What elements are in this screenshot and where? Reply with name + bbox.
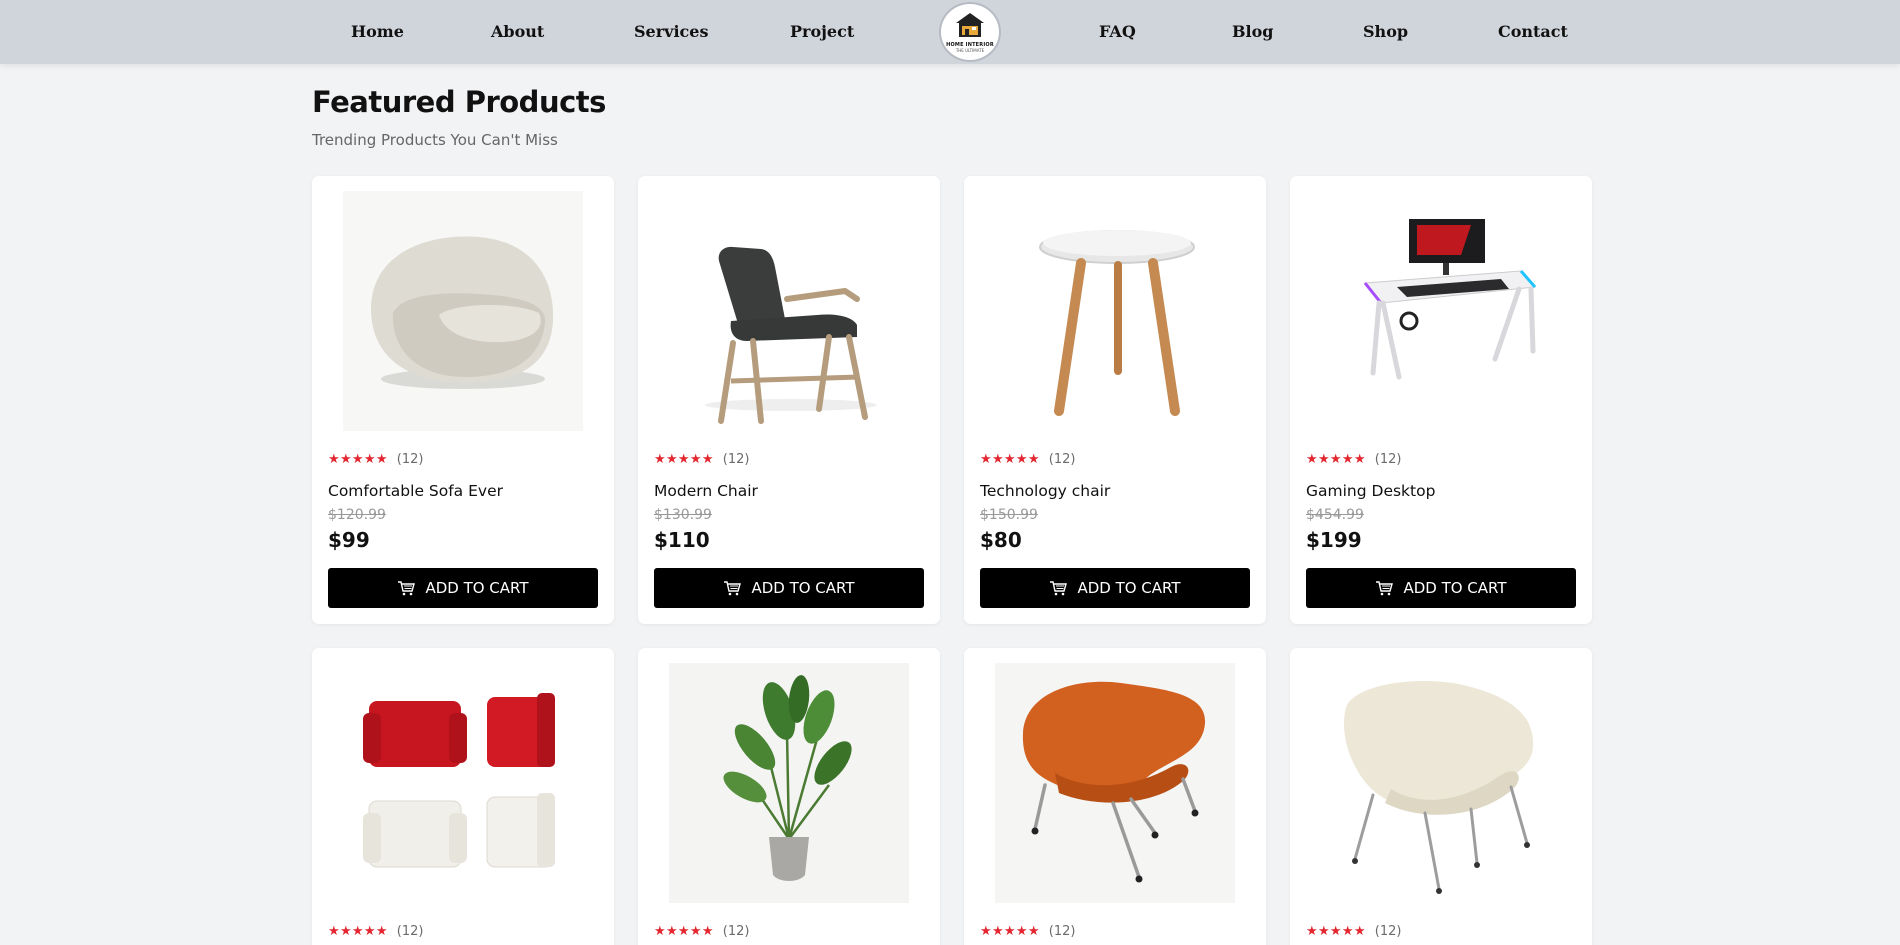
review-count: (12) xyxy=(1048,452,1076,467)
original-price: $454.99 xyxy=(1306,507,1364,523)
review-count: (12) xyxy=(722,452,750,467)
review-count: (12) xyxy=(722,924,750,939)
nav-contact[interactable]: Contact xyxy=(1498,22,1568,41)
product-rating: ★★★★★ (12) xyxy=(654,452,749,467)
brand-logo[interactable]: HOME INTERIOR THE ULTIMATE xyxy=(939,2,1001,62)
nav-services[interactable]: Services xyxy=(634,22,708,41)
product-name[interactable]: Gaming Desktop xyxy=(1306,482,1435,500)
review-count: (12) xyxy=(396,452,424,467)
sale-price: $80 xyxy=(980,528,1022,552)
rating-stars-icon: ★★★★★ xyxy=(980,924,1040,939)
nav-blog[interactable]: Blog xyxy=(1232,22,1273,41)
cart-icon xyxy=(724,581,742,596)
rating-stars-icon: ★★★★★ xyxy=(1306,924,1366,939)
product-card[interactable]: ★★★★★ (12) Modern Chair $130.99 $110 ADD… xyxy=(638,176,940,624)
rating-stars-icon: ★★★★★ xyxy=(654,924,714,939)
product-card[interactable]: ★★★★★ (12) Gaming Desktop $454.99 $199 A… xyxy=(1290,176,1592,624)
product-image-plant[interactable] xyxy=(669,663,909,903)
product-image-armchairs[interactable] xyxy=(343,663,583,903)
product-name[interactable]: Technology chair xyxy=(980,482,1110,500)
original-price: $120.99 xyxy=(328,507,386,523)
logo-subtext: THE ULTIMATE xyxy=(955,48,985,53)
original-price: $130.99 xyxy=(654,507,712,523)
product-rating: ★★★★★ (12) xyxy=(328,924,423,939)
product-rating: ★★★★★ (12) xyxy=(980,452,1075,467)
product-card[interactable]: ★★★★★ (12) xyxy=(1290,648,1592,945)
review-count: (12) xyxy=(396,924,424,939)
review-count: (12) xyxy=(1374,924,1402,939)
product-card[interactable]: ★★★★★ (12) xyxy=(638,648,940,945)
section-subtitle: Trending Products You Can't Miss xyxy=(312,131,558,149)
nav-project[interactable]: Project xyxy=(790,22,854,41)
rating-stars-icon: ★★★★★ xyxy=(328,924,388,939)
house-logo-icon xyxy=(956,13,984,37)
product-name[interactable]: Comfortable Sofa Ever xyxy=(328,482,503,500)
product-card[interactable]: ★★★★★ (12) xyxy=(964,648,1266,945)
rating-stars-icon: ★★★★★ xyxy=(328,452,388,467)
nav-home[interactable]: Home xyxy=(351,22,404,41)
product-rating: ★★★★★ (12) xyxy=(1306,924,1401,939)
add-to-cart-label: ADD TO CART xyxy=(425,579,529,597)
nav-about[interactable]: About xyxy=(491,22,544,41)
product-image-side-table[interactable] xyxy=(995,191,1235,431)
product-card[interactable]: ★★★★★ (12) Technology chair $150.99 $80 … xyxy=(964,176,1266,624)
review-count: (12) xyxy=(1374,452,1402,467)
add-to-cart-button[interactable]: ADD TO CART xyxy=(980,568,1250,608)
cart-icon xyxy=(398,581,416,596)
add-to-cart-button[interactable]: ADD TO CART xyxy=(1306,568,1576,608)
product-rating: ★★★★★ (12) xyxy=(328,452,423,467)
review-count: (12) xyxy=(1048,924,1076,939)
rating-stars-icon: ★★★★★ xyxy=(654,452,714,467)
sale-price: $99 xyxy=(328,528,370,552)
sale-price: $199 xyxy=(1306,528,1362,552)
nav-faq[interactable]: FAQ xyxy=(1099,22,1136,41)
product-image-cream-chair[interactable] xyxy=(1321,663,1561,903)
cart-icon xyxy=(1376,581,1394,596)
add-to-cart-button[interactable]: ADD TO CART xyxy=(654,568,924,608)
product-name[interactable]: Modern Chair xyxy=(654,482,758,500)
product-image-modern-chair[interactable] xyxy=(669,191,909,431)
original-price: $150.99 xyxy=(980,507,1038,523)
section-title: Featured Products xyxy=(312,85,606,119)
nav-shop[interactable]: Shop xyxy=(1363,22,1408,41)
add-to-cart-label: ADD TO CART xyxy=(1403,579,1507,597)
product-rating: ★★★★★ (12) xyxy=(1306,452,1401,467)
product-image-orange-chair[interactable] xyxy=(995,663,1235,903)
add-to-cart-button[interactable]: ADD TO CART xyxy=(328,568,598,608)
product-rating: ★★★★★ (12) xyxy=(980,924,1075,939)
product-image-sofa[interactable] xyxy=(343,191,583,431)
rating-stars-icon: ★★★★★ xyxy=(980,452,1040,467)
sale-price: $110 xyxy=(654,528,710,552)
top-navbar: Home About Services Project HOME INTERIO… xyxy=(0,0,1900,64)
product-card[interactable]: ★★★★★ (12) xyxy=(312,648,614,945)
cart-icon xyxy=(1050,581,1068,596)
add-to-cart-label: ADD TO CART xyxy=(1077,579,1181,597)
product-image-gaming-desk[interactable] xyxy=(1321,191,1561,431)
product-rating: ★★★★★ (12) xyxy=(654,924,749,939)
product-card[interactable]: ★★★★★ (12) Comfortable Sofa Ever $120.99… xyxy=(312,176,614,624)
add-to-cart-label: ADD TO CART xyxy=(751,579,855,597)
rating-stars-icon: ★★★★★ xyxy=(1306,452,1366,467)
